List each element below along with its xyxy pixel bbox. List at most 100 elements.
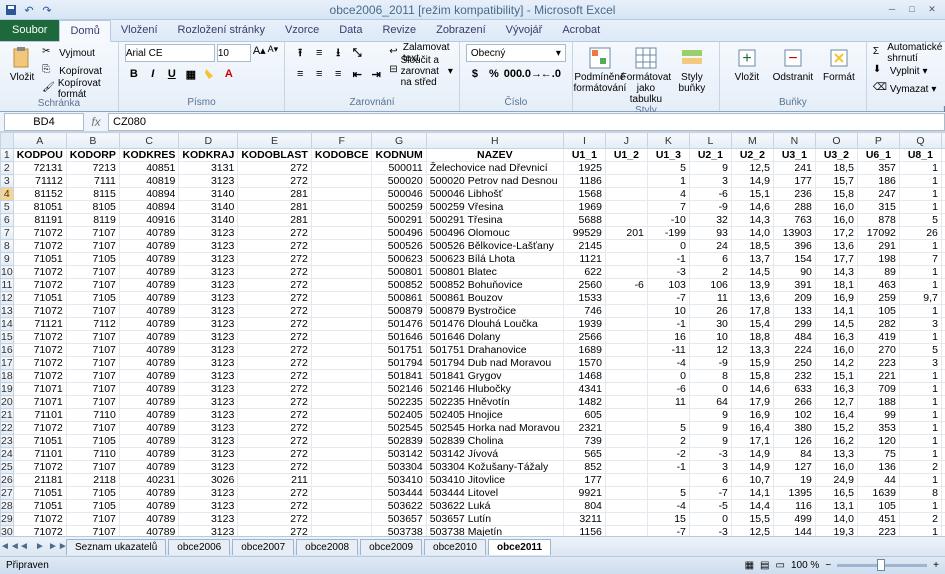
cell[interactable]	[941, 474, 945, 487]
cell[interactable]: 272	[238, 461, 312, 474]
row-header-18[interactable]: 18	[1, 370, 14, 383]
format-as-table-button[interactable]: Formátovat jako tabulku	[625, 44, 667, 105]
cell[interactable]: 1639	[857, 487, 899, 500]
cell[interactable]	[311, 318, 372, 331]
cell[interactable]: 499	[773, 513, 815, 526]
cell[interactable]	[311, 461, 372, 474]
cell[interactable]: 502405 Hnojice	[426, 409, 563, 422]
cell[interactable]: 17,9	[731, 396, 773, 409]
cell[interactable]: 501646 Dolany	[426, 331, 563, 344]
cell[interactable]: 90	[773, 266, 815, 279]
cell[interactable]: 1121	[563, 253, 605, 266]
cell[interactable]: 71101	[13, 409, 66, 422]
cell[interactable]: 16	[647, 331, 689, 344]
cell[interactable]	[605, 513, 647, 526]
cell[interactable]: 188	[857, 396, 899, 409]
cell[interactable]: 502839	[372, 435, 426, 448]
zoom-slider[interactable]	[837, 564, 927, 567]
cell[interactable]: 396	[773, 240, 815, 253]
cell[interactable]: 64	[689, 396, 731, 409]
cell[interactable]: 500801	[372, 266, 426, 279]
cell[interactable]	[311, 357, 372, 370]
cell[interactable]: 40789	[119, 253, 179, 266]
cell[interactable]: 1	[899, 201, 941, 214]
col-header-B[interactable]: B	[66, 133, 119, 149]
cell[interactable]: 299	[773, 318, 815, 331]
cell[interactable]: 14,0	[815, 513, 857, 526]
cell[interactable]: 15,1	[731, 188, 773, 201]
cell[interactable]: 144	[773, 526, 815, 537]
cell[interactable]: 7	[899, 253, 941, 266]
cell[interactable]: 99529	[563, 227, 605, 240]
cell[interactable]: 3123	[179, 500, 238, 513]
orientation-icon[interactable]: ⤡	[348, 44, 366, 62]
cell[interactable]: 3131	[179, 162, 238, 175]
cell[interactable]: 391	[773, 279, 815, 292]
cell[interactable]: 71072	[13, 357, 66, 370]
cell[interactable]: 500852 Bohuňovice	[426, 279, 563, 292]
cell[interactable]	[311, 292, 372, 305]
cell[interactable]: 501476	[372, 318, 426, 331]
col-header-J[interactable]: J	[605, 133, 647, 149]
cell[interactable]: 502235 Hněvotín	[426, 396, 563, 409]
cell[interactable]: 40789	[119, 227, 179, 240]
conditional-formatting-button[interactable]: Podmíněné formátování	[579, 44, 621, 94]
cell[interactable]: 3123	[179, 461, 238, 474]
cell[interactable]: 26	[899, 227, 941, 240]
cell[interactable]	[311, 500, 372, 513]
cell[interactable]	[311, 487, 372, 500]
cell[interactable]: 89	[857, 266, 899, 279]
cell[interactable]: 501841 Grygov	[426, 370, 563, 383]
align-bottom-icon[interactable]: ⭳	[329, 44, 347, 62]
cell[interactable]: 17,8	[731, 305, 773, 318]
row-header-26[interactable]: 26	[1, 474, 14, 487]
cell[interactable]: 17,2	[815, 227, 857, 240]
cell[interactable]: 177	[773, 175, 815, 188]
cell[interactable]: 16,3	[815, 331, 857, 344]
cell[interactable]: 2145	[563, 240, 605, 253]
cell[interactable]: -6	[605, 279, 647, 292]
cell[interactable]: 272	[238, 318, 312, 331]
cell[interactable]: 223	[857, 526, 899, 537]
cell[interactable]: 71121	[13, 318, 66, 331]
number-format-combo[interactable]: Obecný▾	[466, 44, 566, 62]
cell[interactable]: 502146 Hlubočky	[426, 383, 563, 396]
cell[interactable]: 15,2	[815, 422, 857, 435]
cell[interactable]	[605, 318, 647, 331]
cell[interactable]: 19,3	[815, 526, 857, 537]
cell[interactable]: 1	[899, 396, 941, 409]
row-header-23[interactable]: 23	[1, 435, 14, 448]
cell[interactable]: 5,2	[941, 461, 945, 474]
cell[interactable]: 4	[647, 188, 689, 201]
cell[interactable]: 186	[857, 175, 899, 188]
cell[interactable]: 19	[773, 474, 815, 487]
cell[interactable]: -3	[689, 526, 731, 537]
cell[interactable]: 503410	[372, 474, 426, 487]
cell[interactable]: 13,3	[731, 344, 773, 357]
cell[interactable]: 503444 Litovel	[426, 487, 563, 500]
cell[interactable]: 2	[647, 435, 689, 448]
col-header-D[interactable]: D	[179, 133, 238, 149]
cell[interactable]: 500623 Bílá Lhota	[426, 253, 563, 266]
cell[interactable]: 3123	[179, 435, 238, 448]
cell[interactable]: 21181	[13, 474, 66, 487]
cell[interactable]: 7107	[66, 240, 119, 253]
cell[interactable]: 105	[857, 305, 899, 318]
cell[interactable]: 241	[773, 162, 815, 175]
cell[interactable]: 13,6	[815, 240, 857, 253]
zoom-in-button[interactable]: +	[933, 560, 939, 571]
row-header-5[interactable]: 5	[1, 201, 14, 214]
cell[interactable]: 6	[689, 253, 731, 266]
cell[interactable]: 81152	[13, 188, 66, 201]
align-left-icon[interactable]: ≡	[291, 65, 309, 83]
row-header-15[interactable]: 15	[1, 331, 14, 344]
cell[interactable]: Želechovice nad Dřevnicí	[426, 162, 563, 175]
cell[interactable]: 501841	[372, 370, 426, 383]
cell[interactable]: 7107	[66, 357, 119, 370]
cell[interactable]: 3123	[179, 292, 238, 305]
cell[interactable]: 1468	[563, 370, 605, 383]
cell[interactable]: 272	[238, 448, 312, 461]
cell[interactable]: 5	[899, 344, 941, 357]
cell[interactable]: -9	[689, 357, 731, 370]
cell[interactable]: 40789	[119, 279, 179, 292]
